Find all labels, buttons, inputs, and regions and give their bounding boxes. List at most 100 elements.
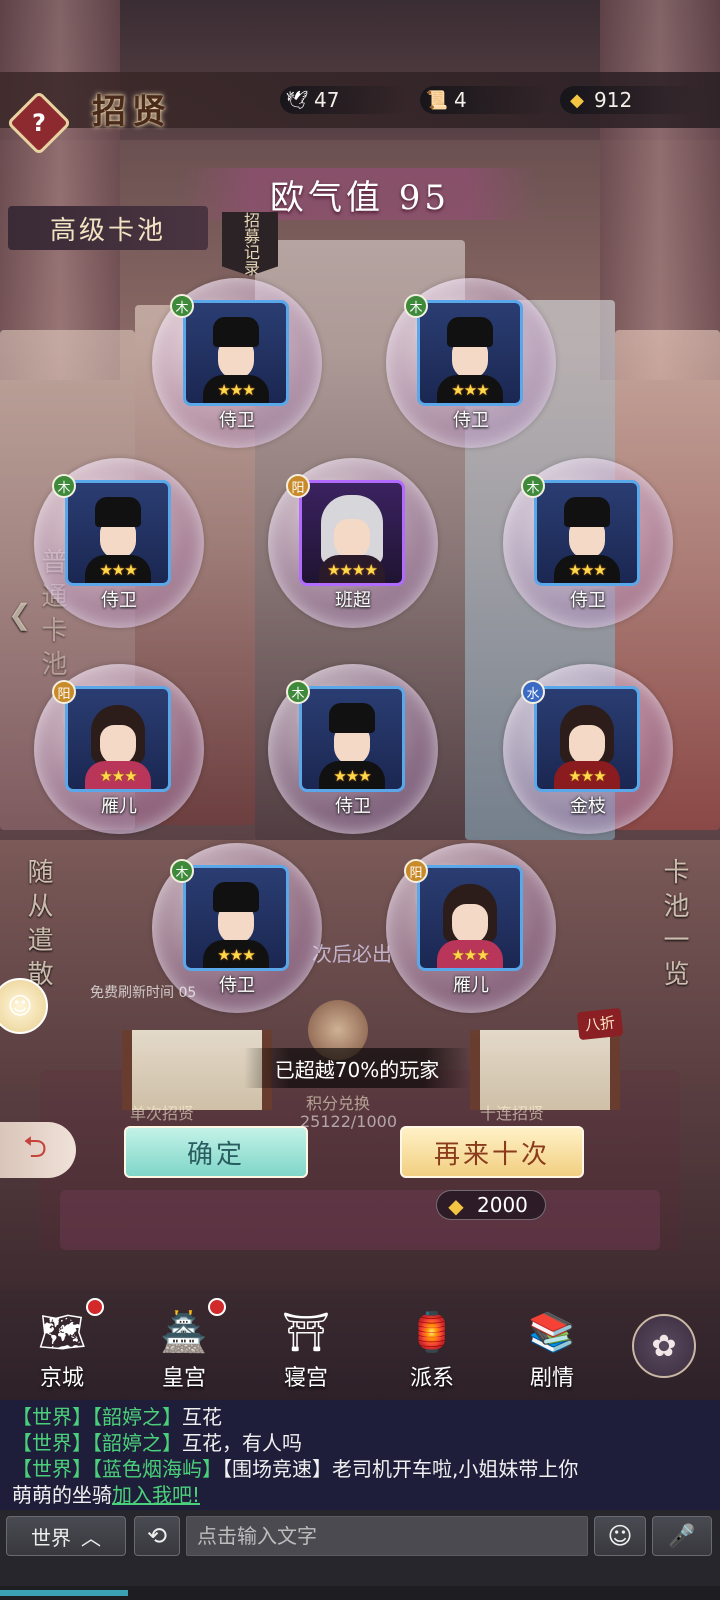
chat-sender[interactable]: 【蓝色烟海屿】 xyxy=(92,1457,222,1481)
result-bubble[interactable]: ★★★ 木侍卫 xyxy=(268,664,438,834)
exceed-players-toast: 已超越70%的玩家 xyxy=(244,1048,470,1088)
star-rating: ★★★ xyxy=(333,767,371,785)
chat-sender[interactable]: 【韶婷之】 xyxy=(92,1431,182,1455)
character-card[interactable]: ★★★ xyxy=(183,865,289,971)
character-card[interactable]: ★★★ xyxy=(299,686,405,792)
character-card[interactable]: ★★★ xyxy=(183,300,289,406)
element-badge: 阳 xyxy=(404,859,428,883)
scroll-icon: 📜 xyxy=(425,89,449,111)
gold-ingot-icon: ◆ xyxy=(570,89,584,111)
single-recruit-label: 单次招贤 xyxy=(130,1104,195,1123)
result-bubble[interactable]: ★★★ 水金枝 xyxy=(503,664,673,834)
curtain-right xyxy=(600,0,720,380)
resource-value: 4 xyxy=(454,88,467,112)
chat-channel: 【世界】 xyxy=(12,1457,92,1481)
guarantee-text: 次后必出 xyxy=(312,942,392,966)
nav-label: 寝宫 xyxy=(283,1366,328,1391)
chat-message: 【世界】【蓝色烟海屿】【围场竞速】老司机开车啦,小姐妹带上你 xyxy=(12,1456,708,1482)
character-card[interactable]: ★★★ xyxy=(534,480,640,586)
result-bubble[interactable]: ★★★ 阳雁儿 xyxy=(386,843,556,1013)
star-rating: ★★★ xyxy=(217,381,255,399)
chat-sender[interactable]: 【韶婷之】 xyxy=(92,1405,182,1429)
nav-item[interactable]: 🏮 派系 xyxy=(382,1300,482,1392)
join-link[interactable]: 加入我吧! xyxy=(112,1483,200,1507)
character-name: 侍卫 xyxy=(570,590,606,611)
chat-text: 【围场竞速】老司机开车啦,小姐妹带上你 xyxy=(222,1457,579,1481)
chevron-left-icon: ❮ xyxy=(8,598,32,631)
star-rating: ★★★ xyxy=(99,767,137,785)
character-card[interactable]: ★★★ xyxy=(65,686,171,792)
recruit-record-button[interactable]: 招募记录 xyxy=(222,212,278,276)
points-exchange-label: 积分兑换 xyxy=(306,1094,371,1113)
history-icon: ⟲ xyxy=(146,1522,168,1550)
chat-history-button[interactable]: ⟲ xyxy=(134,1516,180,1556)
dismiss-followers-button[interactable]: 随从遣散 xyxy=(20,858,57,994)
resource-scroll: 📜 4 xyxy=(420,86,550,114)
flower-menu-button[interactable]: ✿ xyxy=(632,1314,696,1378)
result-bubble[interactable]: ★★★ 阳雁儿 xyxy=(34,664,204,834)
nav-item[interactable]: 🏯 皇宫 xyxy=(134,1298,234,1392)
nav-label: 派系 xyxy=(409,1366,454,1391)
back-button[interactable]: ⮌ xyxy=(0,1122,76,1178)
notification-dot xyxy=(86,1298,104,1316)
crane-icon: 🕊 xyxy=(285,89,309,111)
nav-item[interactable]: 🗺 京城 xyxy=(12,1298,112,1392)
result-bubble[interactable]: ★★★ 木侍卫 xyxy=(503,458,673,628)
nav-item[interactable]: ⛩ 寝宫 xyxy=(256,1300,356,1392)
free-refresh-time: 05 xyxy=(178,985,197,1001)
chat-input[interactable] xyxy=(186,1516,588,1556)
character-card[interactable]: ★★★ xyxy=(417,300,523,406)
character-name: 雁儿 xyxy=(453,975,489,996)
confirm-button[interactable]: 确定 xyxy=(124,1126,308,1178)
emoji-icon: ☺ xyxy=(607,1522,633,1550)
channel-label: 世界 xyxy=(31,1525,71,1550)
book-icon: 📚 xyxy=(528,1309,576,1354)
voice-button[interactable]: 🎤 xyxy=(652,1516,712,1556)
character-card[interactable]: ★★★ xyxy=(65,480,171,586)
help-icon: ? xyxy=(32,109,46,137)
recruit-ten-again-button[interactable]: 再来十次 xyxy=(400,1126,584,1178)
flower-icon: ✿ xyxy=(651,1328,677,1364)
character-card[interactable]: ★★★ xyxy=(534,686,640,792)
pool-overview-button[interactable]: 卡池一览 xyxy=(656,858,693,994)
star-rating: ★★★ xyxy=(217,946,255,964)
nav-label: 京城 xyxy=(39,1366,84,1391)
element-badge: 木 xyxy=(170,859,194,883)
nav-label: 皇宫 xyxy=(161,1366,206,1391)
resource-value: 47 xyxy=(314,88,340,112)
result-bubble[interactable]: ★★★ 木侍卫 xyxy=(34,458,204,628)
result-bubble[interactable]: ★★★ 木侍卫 xyxy=(386,278,556,448)
chat-text: 互花，有人吗 xyxy=(182,1431,302,1455)
chat-channel: 【世界】 xyxy=(12,1405,92,1429)
desk-cloth xyxy=(60,1190,660,1250)
result-bubble[interactable]: ★★★ 木侍卫 xyxy=(152,278,322,448)
character-name: 金枝 xyxy=(570,796,606,817)
chat-channel-button[interactable]: 世界 ︿ xyxy=(6,1516,126,1556)
microphone-icon: 🎤 xyxy=(668,1523,696,1549)
free-refresh-text: 免费刷新时间 05 xyxy=(90,982,196,1002)
character-card[interactable]: ★★★ xyxy=(417,865,523,971)
recruit-cost: ◆ 2000 xyxy=(436,1190,546,1220)
emoji-button[interactable]: ☺ xyxy=(594,1516,646,1556)
result-bubble[interactable]: ★★★★ 阳班超 xyxy=(268,458,438,628)
character-name: 侍卫 xyxy=(219,410,255,431)
nav-item[interactable]: 📚 剧情 xyxy=(502,1300,602,1392)
cost-value: 2000 xyxy=(477,1193,528,1217)
character-card[interactable]: ★★★★ xyxy=(299,480,405,586)
character-name: 雁儿 xyxy=(101,796,137,817)
star-rating: ★★★ xyxy=(568,767,606,785)
character-name: 侍卫 xyxy=(453,410,489,431)
free-refresh-label: 免费刷新时间 xyxy=(90,985,174,1001)
chat-message: 【世界】【韶婷之】互花，有人吗 xyxy=(12,1430,708,1456)
star-rating: ★★★ xyxy=(99,561,137,579)
chevron-up-icon: ︿ xyxy=(81,1525,101,1550)
chat-channel: 【世界】 xyxy=(12,1431,92,1455)
chat-text: 互花 xyxy=(182,1405,222,1429)
star-rating: ★★★ xyxy=(451,381,489,399)
character-name: 侍卫 xyxy=(335,796,371,817)
chat-panel[interactable]: 【世界】【韶婷之】互花 【世界】【韶婷之】互花，有人吗 【世界】【蓝色烟海屿】【… xyxy=(0,1400,720,1510)
curtain-left xyxy=(0,0,120,380)
chat-text: 萌萌的坐骑 xyxy=(12,1483,112,1507)
avatar-face-icon: ☺ xyxy=(7,992,33,1020)
character-name: 侍卫 xyxy=(101,590,137,611)
